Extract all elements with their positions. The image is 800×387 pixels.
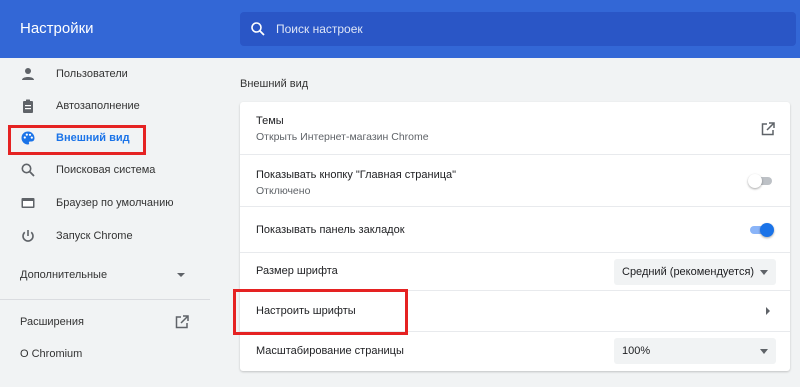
row-subtitle: Отключено xyxy=(256,185,311,197)
sidebar-item-label: Браузер по умолчанию xyxy=(56,197,174,209)
sidebar-item-default-browser[interactable]: Браузер по умолчанию xyxy=(0,187,210,219)
bookmarks-bar-toggle[interactable] xyxy=(748,223,774,237)
sidebar-extensions-label: Расширения xyxy=(20,316,84,328)
sidebar-item-search-engine[interactable]: Поисковая система xyxy=(0,154,210,186)
row-subtitle: Открыть Интернет-магазин Chrome xyxy=(256,131,429,143)
sidebar-advanced[interactable]: Дополнительные xyxy=(0,259,210,291)
sidebar-extensions[interactable]: Расширения xyxy=(0,306,210,338)
search-icon xyxy=(251,22,265,36)
toggle-knob xyxy=(760,223,774,237)
home-button-toggle[interactable] xyxy=(748,174,774,188)
font-size-value: Средний (рекомендуется) xyxy=(622,266,755,278)
app-title: Настройки xyxy=(20,20,94,37)
font-size-select[interactable]: Средний (рекомендуется) xyxy=(614,259,776,285)
power-icon xyxy=(22,230,34,242)
row-title: Темы xyxy=(256,115,284,127)
chevron-right-icon xyxy=(766,307,770,315)
search-icon xyxy=(21,163,35,177)
row-title: Показывать панель закладок xyxy=(256,224,405,236)
sidebar-about[interactable]: О Chromium xyxy=(0,338,210,370)
page-zoom-value: 100% xyxy=(622,345,651,357)
browser-icon xyxy=(21,198,35,208)
sidebar-item-label: Автозаполнение xyxy=(56,100,140,112)
sidebar: Пользователи Автозаполнение Внешний вид … xyxy=(0,58,210,387)
chevron-down-icon xyxy=(760,270,768,275)
search-box[interactable] xyxy=(240,12,796,46)
page-zoom-select[interactable]: 100% xyxy=(614,338,776,364)
sidebar-item-label: Запуск Chrome xyxy=(56,230,133,242)
sidebar-item-label: Пользователи xyxy=(56,68,128,80)
sidebar-about-label: О Chromium xyxy=(20,348,83,360)
row-themes[interactable]: Темы Открыть Интернет-магазин Chrome xyxy=(240,102,790,154)
sidebar-item-label: Поисковая система xyxy=(56,164,156,176)
row-title: Масштабирование страницы xyxy=(256,345,404,357)
highlight-box-customize-fonts xyxy=(233,289,408,335)
section-title: Внешний вид xyxy=(240,78,309,90)
row-home-button: Показывать кнопку "Главная страница" Отк… xyxy=(240,154,790,206)
sidebar-item-on-startup[interactable]: Запуск Chrome xyxy=(0,220,210,252)
chevron-down-icon xyxy=(177,273,185,277)
external-link-icon xyxy=(175,315,189,329)
person-icon xyxy=(22,68,34,80)
sidebar-item-autofill[interactable]: Автозаполнение xyxy=(0,90,210,122)
sidebar-advanced-label: Дополнительные xyxy=(20,269,108,281)
external-link-icon[interactable] xyxy=(760,121,776,137)
row-title: Показывать кнопку "Главная страница" xyxy=(256,169,457,181)
sidebar-item-users[interactable]: Пользователи xyxy=(0,58,210,90)
row-title: Размер шрифта xyxy=(256,265,338,277)
header-bar: Настройки xyxy=(0,0,800,58)
sidebar-divider xyxy=(0,299,210,300)
clipboard-icon xyxy=(23,99,33,113)
chevron-down-icon xyxy=(760,349,768,354)
search-input[interactable] xyxy=(276,12,786,46)
toggle-knob xyxy=(748,174,762,188)
row-page-zoom: Масштабирование страницы 100% xyxy=(240,331,790,371)
highlight-box-appearance xyxy=(8,125,146,155)
row-bookmarks-bar: Показывать панель закладок xyxy=(240,206,790,252)
row-font-size: Размер шрифта Средний (рекомендуется) xyxy=(240,252,790,290)
